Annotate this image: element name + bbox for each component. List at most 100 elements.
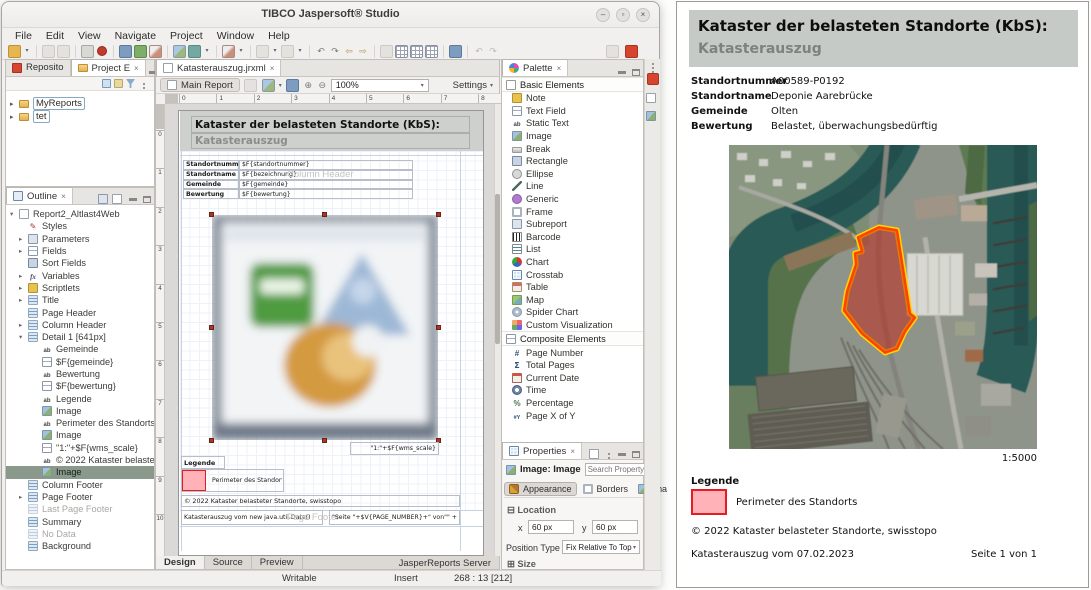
toolbar-icon[interactable] (167, 45, 168, 58)
tab-properties[interactable]: Properties× (502, 442, 582, 459)
toolbar-icon[interactable] (473, 45, 485, 58)
selection-handle[interactable] (209, 438, 214, 443)
palette-item[interactable]: Custom Visualization (502, 319, 643, 332)
expand-arrow-icon[interactable]: ▸ (19, 284, 28, 292)
bands-view-icon[interactable] (244, 79, 257, 92)
palette-item[interactable]: Current Date (502, 371, 643, 384)
close-icon[interactable]: × (61, 192, 66, 201)
maximize-view-icon[interactable] (143, 196, 151, 203)
toolbar-icon[interactable] (425, 45, 438, 58)
toolbar-icon[interactable] (410, 45, 423, 58)
palette-item[interactable]: Subreport (502, 218, 643, 231)
palette-item[interactable]: Text Field (502, 105, 643, 118)
tab-outline[interactable]: Outline× (6, 187, 73, 204)
menu-item[interactable]: Help (261, 30, 297, 42)
design-field-label[interactable]: Bewertung (183, 189, 239, 199)
expand-arrow-icon[interactable]: ▾ (19, 333, 28, 341)
toolbar-icon[interactable] (97, 46, 107, 56)
expand-arrow-icon[interactable]: ▸ (19, 272, 28, 280)
toolbar-icon[interactable] (237, 45, 245, 58)
palette-item[interactable]: List (502, 243, 643, 256)
palette-item[interactable]: Line (502, 180, 643, 193)
toolbar-icon[interactable] (81, 45, 94, 58)
toolbar-icon[interactable] (315, 45, 327, 58)
close-icon[interactable]: × (570, 447, 575, 456)
palette-item[interactable]: Ellipse (502, 168, 643, 181)
menu-item[interactable]: Edit (39, 30, 71, 42)
restore-view-icon[interactable] (646, 93, 656, 103)
outline-item[interactable]: Gemeinde (6, 343, 154, 355)
palette-section-composite[interactable]: Composite Elements (502, 331, 643, 346)
outline-item[interactable]: Page Header (6, 306, 154, 318)
palette-item[interactable]: Table (502, 281, 643, 294)
minimize-view-icon[interactable] (618, 453, 626, 456)
selection-handle[interactable] (436, 325, 441, 330)
tab-katasterauszug-jrxml[interactable]: Katasterauszug.jrxml× (156, 59, 281, 76)
outline-item[interactable]: Sort Fields (6, 257, 154, 269)
minimize-button[interactable]: – (596, 8, 610, 22)
selection-handle[interactable] (322, 438, 327, 443)
outline-item[interactable]: ▸Variables (6, 269, 154, 281)
toolbar-icon[interactable] (173, 45, 186, 58)
toolbar-icon[interactable] (329, 45, 341, 58)
outline-item[interactable]: ▸Page Footer (6, 491, 154, 503)
palette-item[interactable]: Time (502, 384, 643, 397)
toolbar-icon[interactable] (188, 45, 201, 58)
outline-item[interactable]: "1:"+$F{wms_scale} (6, 442, 154, 454)
zoom-level-select[interactable]: 100%▾ (331, 79, 429, 92)
outline-item[interactable]: $F{gemeinde} (6, 356, 154, 368)
design-field-label[interactable]: Standortname (183, 170, 239, 180)
pin-icon[interactable] (589, 449, 599, 459)
zoom-in-icon[interactable]: ⊕ (303, 79, 314, 92)
toolbar-icon[interactable] (281, 45, 294, 58)
toolbar-icon[interactable] (222, 45, 235, 58)
design-field-label[interactable]: Gemeinde (183, 180, 239, 190)
search-property-input[interactable] (585, 463, 651, 476)
properties-tab[interactable]: Borders (579, 483, 633, 495)
toolbar-icon[interactable] (134, 45, 147, 58)
toolbar-icon[interactable] (487, 45, 499, 58)
outline-item[interactable]: ▸Parameters (6, 233, 154, 245)
thumbnail-view-icon[interactable] (112, 194, 122, 204)
dataset-icon[interactable] (286, 79, 299, 92)
toolbar-icon[interactable] (443, 45, 444, 58)
view-menu-icon[interactable] (608, 453, 610, 455)
toolbar-icon[interactable] (250, 45, 251, 58)
toolbar-icon[interactable] (57, 45, 70, 58)
zoom-out-icon[interactable]: ⊖ (317, 79, 328, 92)
outline-item[interactable]: Legende (6, 392, 154, 404)
toolbar-icon[interactable] (357, 45, 369, 58)
expand-arrow-icon[interactable]: ▸ (19, 321, 28, 329)
y-input[interactable] (592, 520, 638, 534)
report-page[interactable]: Kataster der belasteten Standorte (KbS):… (178, 110, 484, 556)
jaspersoft-view-icon[interactable] (647, 73, 659, 85)
outline-item[interactable]: Image (6, 405, 154, 417)
window-titlebar[interactable]: TIBCO Jaspersoft® Studio – ▫ × (2, 2, 659, 28)
outline-item[interactable]: Last Page Footer (6, 503, 154, 515)
jaspersoft-logo-icon[interactable] (625, 45, 638, 58)
toolbar-icon[interactable] (467, 45, 468, 58)
outline-item[interactable]: ▸Fields (6, 245, 154, 257)
explorer-tree-item[interactable]: ▸MyReports (6, 97, 154, 110)
palette-item[interactable]: Static Text (502, 117, 643, 130)
outline-item[interactable]: ▸Scriptlets (6, 282, 154, 294)
menu-item[interactable]: Project (163, 30, 210, 42)
palette-item[interactable]: Image (502, 130, 643, 143)
design-canvas[interactable]: Kataster der belasteten Standorte (KbS):… (165, 104, 501, 557)
palette-item[interactable]: Frame (502, 205, 643, 218)
palette-item[interactable]: Spider Chart (502, 306, 643, 319)
toolbar-icon[interactable] (343, 45, 355, 58)
design-field-expression[interactable]: $F{bewertung} (239, 189, 413, 199)
expand-arrow-icon[interactable]: ▸ (19, 493, 28, 501)
outline-item[interactable]: Column Footer (6, 479, 154, 491)
palette-item[interactable]: Barcode (502, 231, 643, 244)
toolbar-icon[interactable] (119, 45, 132, 58)
scrollbar-thumb[interactable] (495, 194, 500, 344)
scale-textfield-element[interactable]: "1:"+$F{wms_scale} (350, 442, 439, 455)
map-image-element-selected[interactable] (212, 215, 438, 440)
expand-arrow-icon[interactable]: ▸ (19, 247, 28, 255)
expand-arrow-icon[interactable]: ▾ (10, 210, 19, 218)
palette-item[interactable]: Percentage (502, 397, 643, 410)
tab-palette[interactable]: Palette× (502, 59, 568, 76)
legende-static-text[interactable]: Legende (181, 456, 225, 469)
